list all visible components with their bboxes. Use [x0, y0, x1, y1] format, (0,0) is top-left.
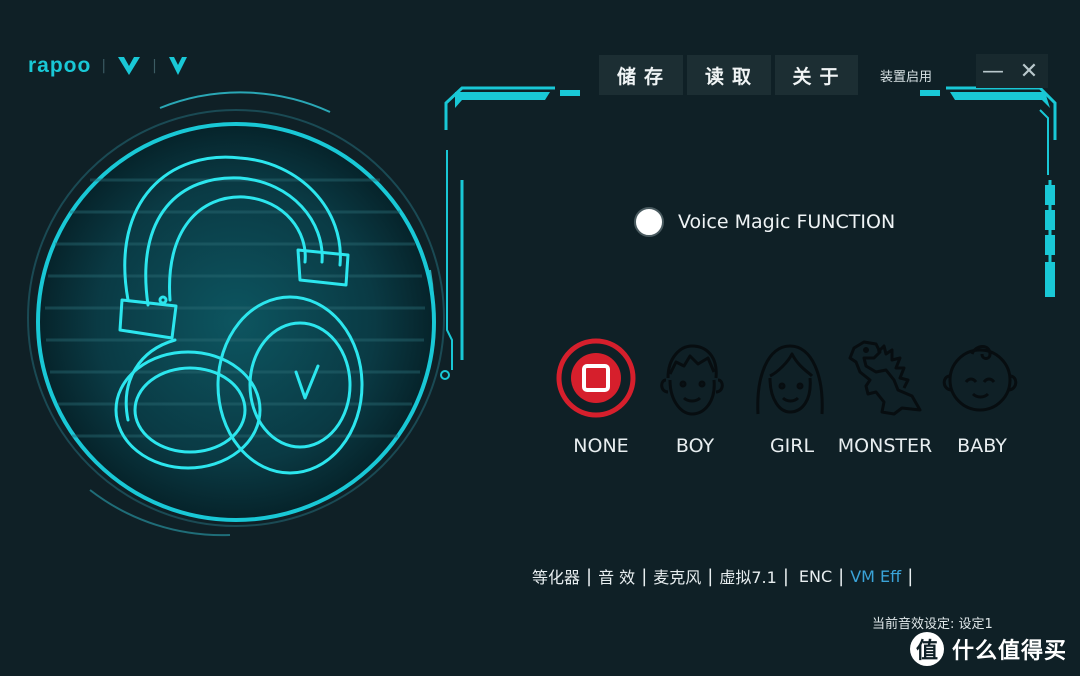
- current-preset-status: 当前音效设定: 设定1: [872, 617, 993, 632]
- save-button[interactable]: 储存: [599, 55, 683, 95]
- watermark-text: 什么值得买: [952, 639, 1068, 664]
- tab-virtual-7-1[interactable]: 虚拟7.1: [713, 564, 782, 588]
- tab-enc[interactable]: ENC: [789, 567, 838, 586]
- boy-option-icon[interactable]: [650, 336, 734, 420]
- baby-option-label: BABY: [957, 435, 1007, 457]
- tab-sound-effects[interactable]: 音 效: [592, 564, 641, 588]
- boy-option-label: BOY: [675, 435, 715, 457]
- voice-magic-label: Voice Magic FUNCTION: [678, 211, 896, 233]
- load-button[interactable]: 读取: [687, 55, 771, 95]
- minimize-icon[interactable]: —: [978, 56, 1008, 86]
- about-button[interactable]: 关于: [775, 55, 858, 95]
- monster-option-icon[interactable]: [842, 336, 926, 420]
- brand-logo: rapoo | |: [28, 53, 189, 79]
- watermark: 值 什么值得买: [910, 632, 1067, 666]
- baby-option-icon[interactable]: [938, 336, 1022, 420]
- none-option-icon[interactable]: [554, 336, 638, 420]
- monster-option-label: MONSTER: [837, 435, 933, 457]
- close-icon[interactable]: ✕: [1014, 56, 1044, 86]
- voice-magic-toggle[interactable]: [634, 207, 664, 237]
- watermark-badge-icon: 值: [910, 632, 944, 666]
- rapoo-logo: rapoo: [28, 54, 92, 77]
- device-enable-link[interactable]: 装置启用: [880, 66, 932, 85]
- v-logo-icon: [118, 57, 141, 75]
- tab-vm-eff[interactable]: VM Eff: [844, 567, 907, 586]
- girl-option-icon[interactable]: [748, 336, 832, 420]
- tab-equalizer[interactable]: 等化器: [526, 564, 586, 588]
- function-tabs: 等化器 | 音 效 | 麦克风 | 虚拟7.1 | ENC | VM Eff |: [526, 564, 913, 588]
- tab-microphone[interactable]: 麦克风: [647, 564, 707, 588]
- v-shield-logo-icon: [168, 57, 187, 75]
